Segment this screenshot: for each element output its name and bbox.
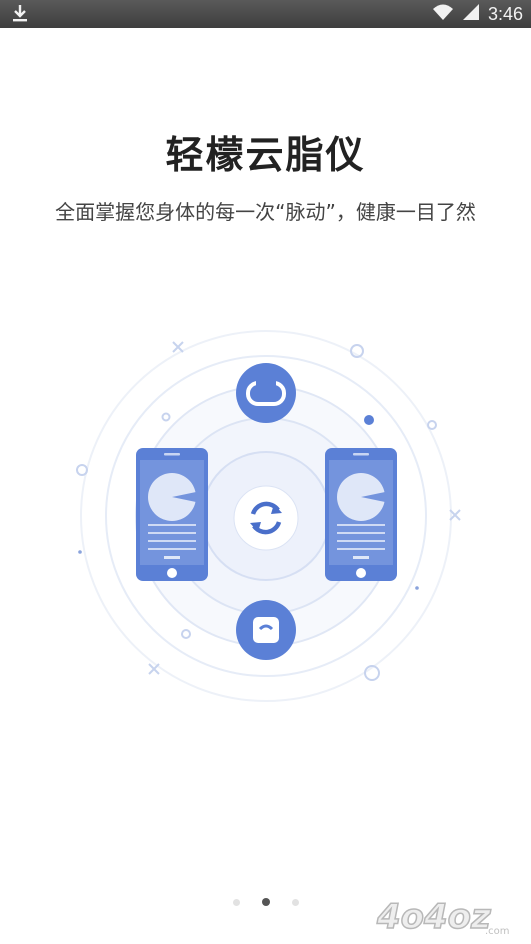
page-title: 轻檬云脂仪 xyxy=(165,133,366,177)
status-bar: 3:46 xyxy=(0,0,531,28)
band-icon xyxy=(236,363,296,423)
watermark-logo: 4o4oz .com xyxy=(375,896,510,938)
download-icon xyxy=(10,3,30,25)
sync-illustration xyxy=(76,330,461,702)
sync-icon xyxy=(233,485,299,551)
signal-icon xyxy=(462,3,480,25)
wifi-icon xyxy=(432,3,454,25)
watermark-suffix: .com xyxy=(485,926,510,937)
page-dot[interactable] xyxy=(232,898,240,906)
scale-icon xyxy=(236,600,296,660)
watermark-text: 4o4oz xyxy=(376,897,491,937)
page-dot[interactable] xyxy=(291,898,299,906)
page-dot-active[interactable] xyxy=(261,898,270,906)
page-subtitle: 全面掌握您身体的每一次“脉动”，健康一目了然 xyxy=(55,200,476,224)
status-time: 3:46 xyxy=(487,3,523,24)
phone-icon xyxy=(136,448,208,581)
phone-icon xyxy=(325,448,397,581)
